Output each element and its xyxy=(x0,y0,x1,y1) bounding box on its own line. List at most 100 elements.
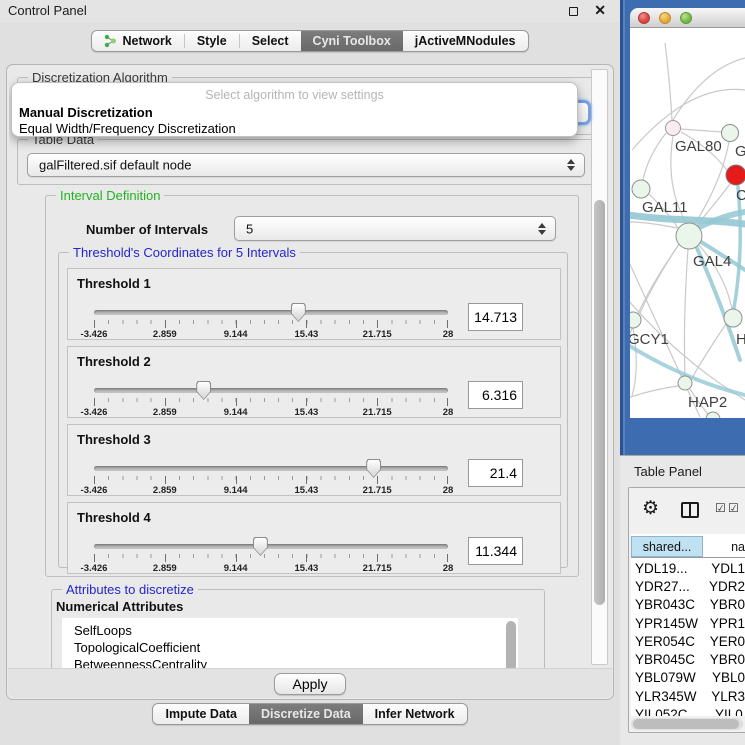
checkbox-icon[interactable]: ☑ xyxy=(728,501,739,515)
label-c: C xyxy=(736,187,745,204)
cell-name[interactable]: YPR1 xyxy=(702,616,745,631)
apply-button[interactable]: Apply xyxy=(274,673,345,695)
major-tick xyxy=(377,398,378,406)
table-row[interactable]: YIL052CYIL0 xyxy=(631,705,745,716)
node-gcy1[interactable] xyxy=(630,312,641,328)
node-red-selected[interactable] xyxy=(726,165,745,185)
table-row[interactable]: YDL19...YDL1 xyxy=(631,559,745,577)
attribute-list-item[interactable]: SelfLoops xyxy=(62,622,518,639)
node-gal80[interactable] xyxy=(666,121,681,136)
attribute-list-item[interactable]: TopologicalCoefficient xyxy=(62,639,518,656)
threshold-3-panel: Threshold 3 -3.4262.8599.14415.4321.7152… xyxy=(67,424,561,496)
tab-cyni-toolbox[interactable]: Cyni Toolbox xyxy=(301,31,403,51)
table-row[interactable]: YLR345WYLR3 xyxy=(631,687,745,705)
numerical-attributes-list[interactable]: SelfLoopsTopologicalCoefficientBetweenne… xyxy=(62,618,518,669)
cell-shared-name[interactable]: YBL079W xyxy=(631,670,704,685)
cell-shared-name[interactable]: YBR045C xyxy=(631,652,702,667)
tick-label: 2.859 xyxy=(153,563,177,574)
cell-shared-name[interactable]: YDR27... xyxy=(631,579,701,594)
tab-discretize-data[interactable]: Discretize Data xyxy=(249,704,363,724)
tick-label: 21.715 xyxy=(363,329,392,340)
gear-icon[interactable]: ⚙ xyxy=(642,497,659,520)
major-tick xyxy=(447,476,448,484)
algorithm-dropdown-popup: Select algorithm to view settings Manual… xyxy=(11,82,578,137)
cell-name[interactable]: YIL0 xyxy=(707,707,745,716)
panel-vertical-scrollbar[interactable] xyxy=(591,69,608,665)
cell-name[interactable]: YER0 xyxy=(702,634,745,649)
network-canvas[interactable]: GAL80 GA C GAL11 GAL4 GCY1 H HAP2 xyxy=(630,28,745,418)
threshold-2-slider[interactable]: -3.4262.8599.14415.4321.71528 xyxy=(94,381,448,417)
tab-jactivemnodules[interactable]: jActiveMNodules xyxy=(403,31,528,51)
cell-shared-name[interactable]: YDL19... xyxy=(631,561,703,576)
scrollbar-thumb[interactable] xyxy=(633,719,739,729)
cell-name[interactable]: YBR0 xyxy=(702,652,745,667)
column-header-shared-name[interactable]: shared... xyxy=(631,536,703,557)
cell-name[interactable]: YBR0 xyxy=(702,597,745,612)
threshold-1-slider[interactable]: -3.4262.8599.14415.4321.71528 xyxy=(94,303,448,339)
threshold-4-value[interactable] xyxy=(468,537,523,565)
threshold-2-value[interactable] xyxy=(468,381,523,409)
node-h[interactable] xyxy=(724,309,742,327)
table-row[interactable]: YBR045CYBR0 xyxy=(631,650,745,668)
slider-track[interactable] xyxy=(94,310,448,315)
node-partial[interactable] xyxy=(706,412,720,418)
minimize-traffic-light[interactable] xyxy=(659,12,671,24)
tick-label: 15.43 xyxy=(295,329,319,340)
tab-network[interactable]: Network xyxy=(92,31,183,51)
tick-label: 2.859 xyxy=(153,485,177,496)
node-hap2[interactable] xyxy=(678,376,692,390)
option-manual-discretization[interactable]: Manual Discretization xyxy=(19,105,153,120)
slider-ticks xyxy=(94,476,448,484)
zoom-traffic-light[interactable] xyxy=(680,12,692,24)
threshold-3-value[interactable] xyxy=(468,459,523,487)
tab-infer-network-label: Infer Network xyxy=(375,707,455,721)
window-title: Control Panel xyxy=(8,3,87,18)
node-gal4[interactable] xyxy=(676,223,702,249)
cell-name[interactable]: YBL0 xyxy=(704,670,745,685)
attributes-list-scrollbar[interactable] xyxy=(506,621,516,669)
cell-shared-name[interactable]: YLR345W xyxy=(631,689,703,704)
threshold-4-slider[interactable]: -3.4262.8599.14415.4321.71528 xyxy=(94,537,448,573)
cell-shared-name[interactable]: YBR043C xyxy=(631,597,702,612)
cell-name[interactable]: YDL1 xyxy=(703,561,745,576)
table-row[interactable]: YDR27...YDR2 xyxy=(631,577,745,595)
node-ga[interactable] xyxy=(722,125,739,142)
cell-shared-name[interactable]: YIL052C xyxy=(631,707,707,716)
slider-track[interactable] xyxy=(94,388,448,393)
slider-track[interactable] xyxy=(94,544,448,549)
cell-name[interactable]: YDR2 xyxy=(701,579,745,594)
checkbox-icon[interactable]: ☑ xyxy=(715,501,726,515)
option-equal-width-frequency[interactable]: Equal Width/Frequency Discretization xyxy=(19,121,236,136)
cell-shared-name[interactable]: YPR145W xyxy=(631,616,702,631)
cell-name[interactable]: YLR3 xyxy=(703,689,745,704)
cell-shared-name[interactable]: YER054C xyxy=(631,634,702,649)
float-icon[interactable] xyxy=(569,7,578,16)
table-panel-title: Table Panel xyxy=(634,464,702,479)
columns-icon[interactable] xyxy=(681,502,699,518)
table-row[interactable]: YBR043CYBR0 xyxy=(631,596,745,614)
major-tick xyxy=(447,554,448,562)
table-data-combo[interactable]: galFiltered.sif default node xyxy=(27,153,585,177)
tab-infer-network[interactable]: Infer Network xyxy=(363,704,467,724)
tick-label: 15.43 xyxy=(295,563,319,574)
tab-select[interactable]: Select xyxy=(240,31,301,51)
slider-tick-labels: -3.4262.8599.14415.4321.71528 xyxy=(94,485,448,496)
threshold-1-value[interactable] xyxy=(468,303,523,331)
scrollbar-thumb[interactable] xyxy=(594,200,605,605)
threshold-3-slider[interactable]: -3.4262.8599.14415.4321.71528 xyxy=(94,459,448,495)
major-tick xyxy=(306,554,307,562)
column-header-name[interactable]: na xyxy=(703,536,745,557)
tab-network-label: Network xyxy=(122,34,171,48)
table-horizontal-scrollbar[interactable] xyxy=(631,718,743,730)
tab-impute-data[interactable]: Impute Data xyxy=(153,704,249,724)
table-row[interactable]: YBL079WYBL0 xyxy=(631,669,745,687)
number-of-intervals-combo[interactable]: 5 xyxy=(234,216,556,241)
node-gal11[interactable] xyxy=(632,180,650,198)
slider-track[interactable] xyxy=(94,466,448,471)
close-traffic-light[interactable] xyxy=(638,12,650,24)
tab-style[interactable]: Style xyxy=(185,31,239,51)
table-row[interactable]: YPR145WYPR1 xyxy=(631,614,745,632)
scrollbar-thumb[interactable] xyxy=(506,621,516,669)
table-row[interactable]: YER054CYER0 xyxy=(631,632,745,650)
close-icon[interactable]: ✕ xyxy=(594,2,606,19)
